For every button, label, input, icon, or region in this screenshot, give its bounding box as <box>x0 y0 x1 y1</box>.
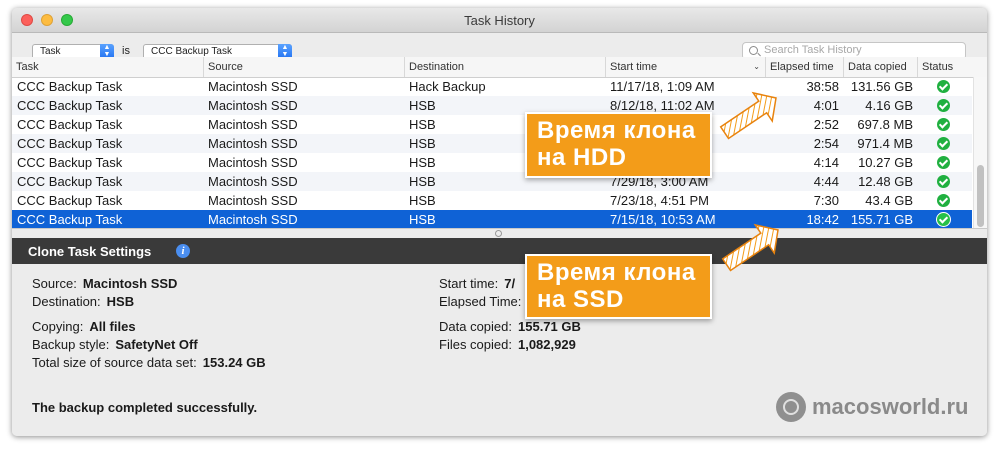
hdd-callout-line1: Время клона <box>537 117 696 144</box>
ssd-callout-line2: на SSD <box>537 286 624 313</box>
watermark-logo-icon <box>776 392 806 422</box>
arrow-to-ssd-time-icon <box>721 223 779 272</box>
arrow-to-hdd-time-icon <box>719 91 777 140</box>
ssd-callout-line1: Время клона <box>537 259 696 286</box>
hdd-callout-line2: на HDD <box>537 144 627 171</box>
hdd-time-callout: Время клона на HDD <box>525 112 712 178</box>
ssd-time-callout: Время клона на SSD <box>525 254 712 319</box>
watermark-text: macosworld.ru <box>812 394 969 419</box>
annotation-arrows <box>719 91 779 272</box>
